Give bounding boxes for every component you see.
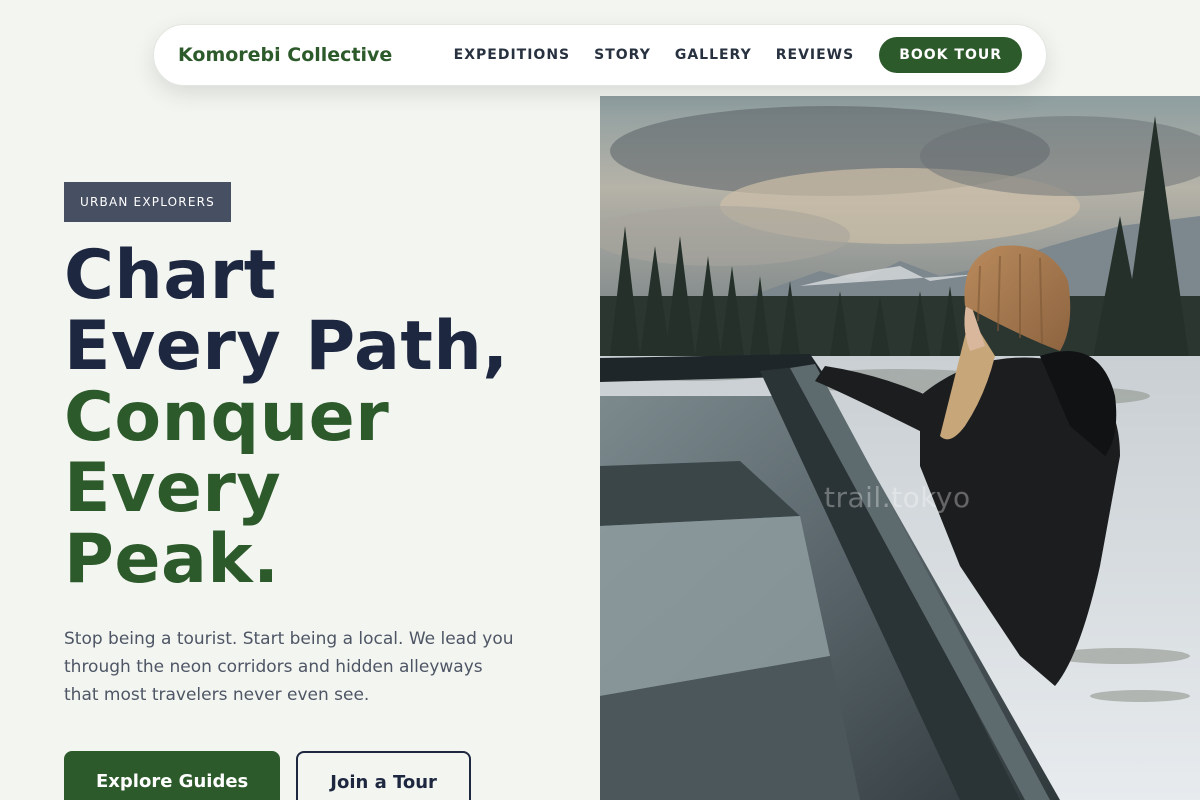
headline-line-accent: Conquer — [64, 378, 390, 457]
hero-photo-illustration — [600, 96, 1200, 800]
hero-cta-row: Explore Guides Join a Tour — [64, 751, 584, 800]
headline-line-accent: Peak. — [64, 520, 280, 599]
nav-link-story[interactable]: STORY — [594, 47, 651, 63]
brand-logo[interactable]: Komorebi Collective — [178, 44, 392, 66]
hero-content: URBAN EXPLORERS Chart Every Path, Conque… — [64, 182, 584, 800]
book-tour-button[interactable]: BOOK TOUR — [879, 37, 1022, 73]
hero-headline: Chart Every Path, Conquer Every Peak. — [64, 240, 584, 595]
hero-photo: trail.tokyo — [600, 96, 1200, 800]
photo-watermark: trail.tokyo — [824, 481, 971, 514]
landing-page: Komorebi Collective EXPEDITIONS STORY GA… — [0, 0, 1200, 800]
top-navbar: Komorebi Collective EXPEDITIONS STORY GA… — [153, 24, 1047, 86]
join-tour-button[interactable]: Join a Tour — [296, 751, 471, 800]
nav-links: EXPEDITIONS STORY GALLERY REVIEWS — [454, 47, 855, 63]
hero-description: Stop being a tourist. Start being a loca… — [64, 629, 514, 705]
nav-link-gallery[interactable]: GALLERY — [675, 47, 752, 63]
category-badge: URBAN EXPLORERS — [64, 182, 231, 222]
nav-link-expeditions[interactable]: EXPEDITIONS — [454, 47, 570, 63]
nav-link-reviews[interactable]: REVIEWS — [776, 47, 854, 63]
headline-line: Every Path, — [64, 307, 509, 386]
headline-line: Chart — [64, 236, 277, 315]
explore-guides-button[interactable]: Explore Guides — [64, 751, 281, 800]
headline-line-accent: Every — [64, 449, 282, 528]
